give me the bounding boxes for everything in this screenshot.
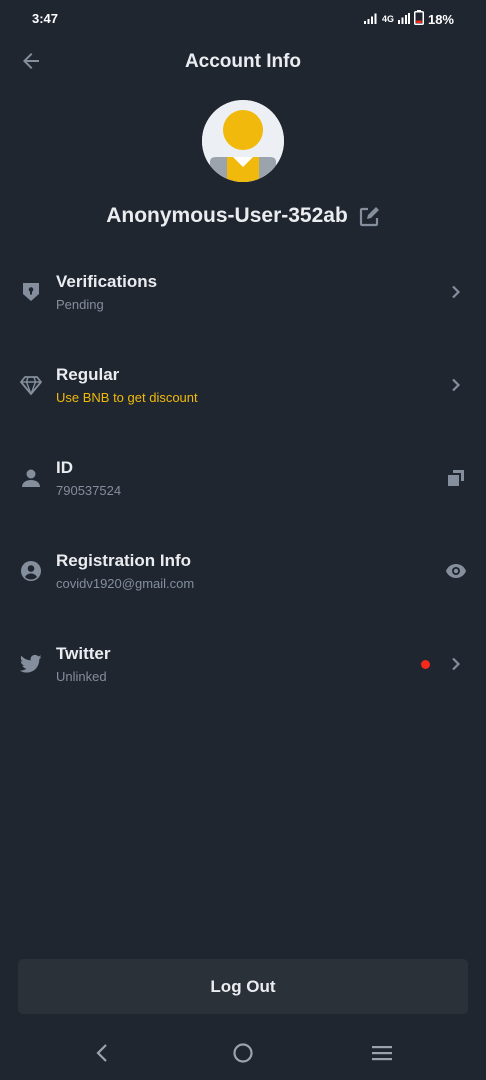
twitter-icon bbox=[18, 651, 44, 677]
status-indicators: 4G 18% bbox=[363, 10, 454, 28]
row-title: Verifications bbox=[56, 272, 158, 291]
profile-name: Anonymous-User-352ab bbox=[106, 204, 348, 227]
row-subtitle: covidv1920@gmail.com bbox=[56, 576, 195, 591]
page-title: Account Info bbox=[184, 51, 302, 72]
row-title: Regular bbox=[56, 365, 120, 384]
logout-button[interactable]: Log Out bbox=[18, 959, 468, 1014]
row-verifications[interactable]: Verifications Pending bbox=[0, 262, 486, 322]
row-regular[interactable]: Regular Use BNB to get discount bbox=[0, 355, 486, 415]
nav-home-icon bbox=[232, 1042, 254, 1069]
shield-icon bbox=[18, 279, 44, 305]
profile-name-row: Anonymous-User-352ab bbox=[0, 201, 486, 231]
row-registration-info[interactable]: Registration Info covidv1920@gmail.com bbox=[0, 541, 486, 601]
eye-icon[interactable] bbox=[444, 559, 468, 583]
chevron-right-icon bbox=[444, 652, 468, 676]
diamond-icon bbox=[18, 372, 44, 398]
chevron-right-icon bbox=[444, 280, 468, 304]
row-title: Twitter bbox=[56, 644, 111, 663]
app-header: Account Info bbox=[0, 40, 486, 86]
edit-icon[interactable] bbox=[358, 206, 380, 228]
row-subtitle: Pending bbox=[56, 297, 104, 312]
notification-dot bbox=[421, 660, 430, 669]
chevron-right-icon bbox=[444, 373, 468, 397]
nav-recents-button[interactable] bbox=[367, 1042, 397, 1068]
row-subtitle: Use BNB to get discount bbox=[56, 390, 198, 405]
row-id[interactable]: ID 790537524 bbox=[0, 448, 486, 508]
battery-icon bbox=[413, 10, 424, 28]
person-icon bbox=[18, 465, 44, 491]
row-subtitle: Unlinked bbox=[56, 669, 107, 684]
row-title: Registration Info bbox=[56, 551, 192, 570]
nav-back-icon bbox=[95, 1043, 109, 1068]
account-circle-icon bbox=[18, 558, 44, 584]
system-nav-bar bbox=[0, 1030, 486, 1080]
row-twitter[interactable]: Twitter Unlinked bbox=[0, 634, 486, 694]
nav-menu-icon bbox=[371, 1044, 393, 1067]
signal-icon-secondary bbox=[397, 12, 410, 27]
network-type: 4G bbox=[381, 14, 394, 24]
signal-icon bbox=[363, 12, 378, 27]
row-subtitle: 790537524 bbox=[56, 483, 122, 498]
avatar[interactable] bbox=[202, 100, 284, 182]
status-bar: 3:47 4G 18% bbox=[0, 0, 486, 36]
nav-home-button[interactable] bbox=[228, 1042, 258, 1068]
status-time: 3:47 bbox=[32, 11, 59, 26]
battery-level: 18% bbox=[427, 11, 454, 27]
copy-icon[interactable] bbox=[444, 466, 468, 490]
row-title: ID bbox=[56, 458, 73, 477]
nav-back-button[interactable] bbox=[87, 1042, 117, 1068]
